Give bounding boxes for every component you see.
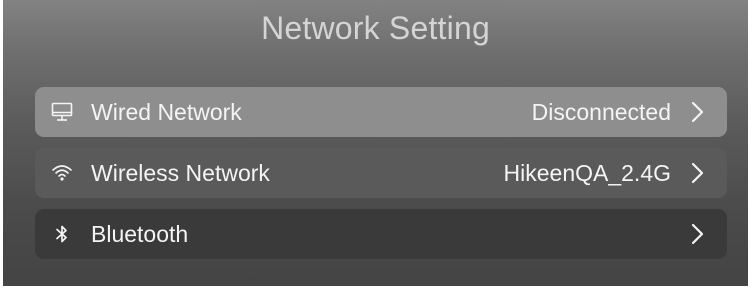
- chevron-right-icon: [685, 100, 709, 124]
- wired-network-label: Wired Network: [91, 99, 242, 125]
- chevron-right-icon: [685, 161, 709, 185]
- wireless-network-label: Wireless Network: [91, 160, 270, 186]
- wireless-network-item[interactable]: Wireless Network HikeenQA_2.4G: [35, 148, 727, 198]
- chevron-right-icon: [685, 222, 709, 246]
- wifi-icon: [50, 161, 74, 185]
- wired-network-item[interactable]: Wired Network Disconnected: [35, 87, 727, 137]
- bluetooth-icon: [50, 222, 74, 246]
- bluetooth-item[interactable]: Bluetooth: [35, 209, 727, 259]
- bluetooth-label: Bluetooth: [91, 221, 189, 247]
- page-title: Network Setting: [261, 10, 490, 46]
- wired-network-status: Disconnected: [531, 99, 671, 125]
- wireless-network-ssid: HikeenQA_2.4G: [503, 160, 671, 186]
- monitor-icon: [50, 100, 74, 124]
- settings-list: Wired Network Disconnected Wireless Netw…: [35, 87, 727, 270]
- network-setting-screen: Network Setting Wired Network Disconnect…: [3, 0, 748, 286]
